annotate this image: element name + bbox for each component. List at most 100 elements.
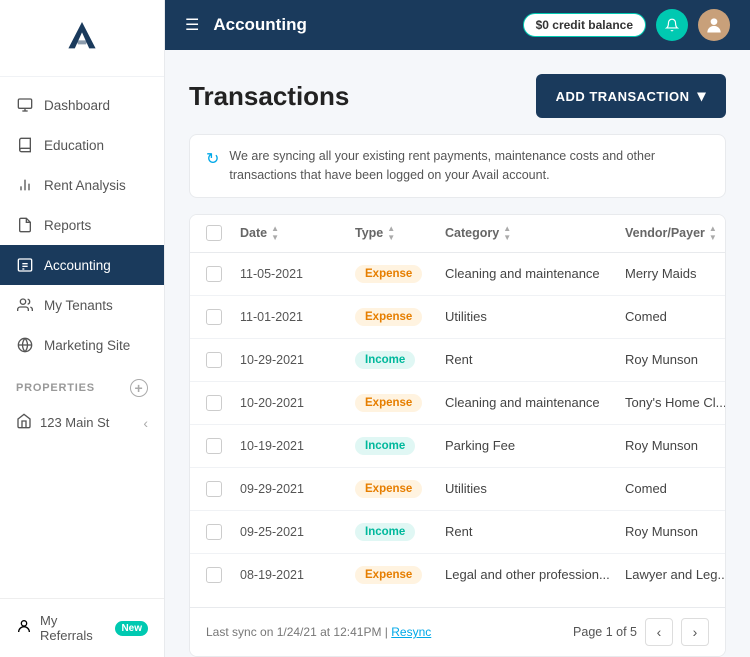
sidebar-item-label: Accounting <box>44 258 111 273</box>
row-checkbox <box>206 352 240 368</box>
sidebar-item-my-tenants[interactable]: My Tenants <box>0 285 164 325</box>
table-row: 09-25-2021 Income Rent Roy Munson $ 1,20… <box>190 511 725 554</box>
row-select-checkbox[interactable] <box>206 438 222 454</box>
header-date: Date ▲▼ <box>240 225 355 242</box>
sidebar-property-item[interactable]: 123 Main St ‹ <box>0 403 164 442</box>
page-content: Transactions ADD TRANSACTION ▾ ↻ We are … <box>165 50 750 657</box>
referral-icon <box>16 618 32 639</box>
topbar: ☰ Accounting $0 credit balance <box>165 0 750 50</box>
row-select-checkbox[interactable] <box>206 524 222 540</box>
sync-banner: ↻ We are syncing all your existing rent … <box>189 134 726 198</box>
referrals-label: My Referrals <box>40 613 107 643</box>
row-type: Expense <box>355 566 445 584</box>
credit-balance-badge[interactable]: $0 credit balance <box>523 13 646 37</box>
table-header: Date ▲▼ Type ▲▼ Category ▲▼ Vendor/Payer… <box>190 215 725 253</box>
type-badge: Income <box>355 437 415 455</box>
row-category: Utilities <box>445 481 625 496</box>
select-all-checkbox[interactable] <box>206 225 222 241</box>
row-type: Income <box>355 351 445 369</box>
table-row: 10-19-2021 Income Parking Fee Roy Munson… <box>190 425 725 468</box>
type-badge: Expense <box>355 308 422 326</box>
my-referrals-item[interactable]: My Referrals New <box>0 598 164 657</box>
table-row: 08-19-2021 Expense Legal and other profe… <box>190 554 725 596</box>
table-row: 11-01-2021 Expense Utilities Comed - $ 4… <box>190 296 725 339</box>
notifications-bell[interactable] <box>656 9 688 41</box>
table-footer: Last sync on 1/24/21 at 12:41PM | Resync… <box>190 607 725 656</box>
transactions-table: Date ▲▼ Type ▲▼ Category ▲▼ Vendor/Payer… <box>189 214 726 657</box>
page-info: Page 1 of 5 <box>573 625 637 639</box>
row-select-checkbox[interactable] <box>206 266 222 282</box>
row-category: Parking Fee <box>445 438 625 453</box>
row-date: 09-29-2021 <box>240 482 355 496</box>
type-badge: Expense <box>355 480 422 498</box>
previous-page-button[interactable]: ‹ <box>645 618 673 646</box>
table-row: 10-20-2021 Expense Cleaning and maintena… <box>190 382 725 425</box>
row-select-checkbox[interactable] <box>206 309 222 325</box>
row-date: 10-19-2021 <box>240 439 355 453</box>
book-icon <box>16 136 34 154</box>
chevron-down-icon: ▾ <box>697 86 706 106</box>
row-category: Utilities <box>445 309 625 324</box>
pagination: Page 1 of 5 ‹ › <box>573 618 709 646</box>
sync-text: We are syncing all your existing rent pa… <box>229 147 709 185</box>
row-type: Income <box>355 523 445 541</box>
row-vendor: Tony's Home Cl... <box>625 395 725 410</box>
type-badge: Expense <box>355 566 422 584</box>
row-checkbox <box>206 395 240 411</box>
category-sort[interactable]: ▲▼ <box>503 225 511 242</box>
header-category: Category ▲▼ <box>445 225 625 242</box>
row-vendor: Comed <box>625 309 725 324</box>
last-sync-text: Last sync on 1/24/21 at 12:41PM | Resync <box>206 625 431 639</box>
sidebar-item-label: Reports <box>44 218 91 233</box>
add-property-button[interactable]: + <box>130 379 148 397</box>
row-vendor: Roy Munson <box>625 438 725 453</box>
table-row: 10-29-2021 Income Rent Roy Munson $ 1,20… <box>190 339 725 382</box>
type-sort[interactable]: ▲▼ <box>387 225 395 242</box>
row-select-checkbox[interactable] <box>206 567 222 583</box>
sidebar-item-education[interactable]: Education <box>0 125 164 165</box>
row-category: Cleaning and maintenance <box>445 395 625 410</box>
sidebar-item-rent-analysis[interactable]: Rent Analysis <box>0 165 164 205</box>
sidebar-item-reports[interactable]: Reports <box>0 205 164 245</box>
type-badge: Expense <box>355 265 422 283</box>
resync-link[interactable]: Resync <box>391 625 431 639</box>
row-category: Rent <box>445 524 625 539</box>
table-row: 09-29-2021 Expense Utilities Comed - $ 4… <box>190 468 725 511</box>
date-sort[interactable]: ▲▼ <box>271 225 279 242</box>
type-badge: Expense <box>355 394 422 412</box>
accounting-icon <box>16 256 34 274</box>
type-badge: Income <box>355 351 415 369</box>
row-select-checkbox[interactable] <box>206 352 222 368</box>
row-vendor: Merry Maids <box>625 266 725 281</box>
sidebar-item-dashboard[interactable]: Dashboard <box>0 85 164 125</box>
table-row: 11-05-2021 Expense Cleaning and maintena… <box>190 253 725 296</box>
sidebar-item-accounting[interactable]: Accounting <box>0 245 164 285</box>
home-icon <box>16 413 32 432</box>
page-title: Transactions <box>189 81 349 112</box>
monitor-icon <box>16 96 34 114</box>
row-select-checkbox[interactable] <box>206 395 222 411</box>
new-badge: New <box>115 621 148 636</box>
app-logo <box>62 18 102 58</box>
add-transaction-button[interactable]: ADD TRANSACTION ▾ <box>536 74 726 118</box>
vendor-sort[interactable]: ▲▼ <box>709 225 717 242</box>
row-date: 10-20-2021 <box>240 396 355 410</box>
row-checkbox <box>206 438 240 454</box>
sidebar-item-label: Education <box>44 138 104 153</box>
file-icon <box>16 216 34 234</box>
row-category: Cleaning and maintenance <box>445 266 625 281</box>
row-vendor: Lawyer and Leg... <box>625 567 725 582</box>
row-checkbox <box>206 266 240 282</box>
next-page-button[interactable]: › <box>681 618 709 646</box>
globe-icon <box>16 336 34 354</box>
sidebar-item-label: Marketing Site <box>44 338 130 353</box>
collapse-icon: ‹ <box>143 415 148 431</box>
sidebar-item-marketing-site[interactable]: Marketing Site <box>0 325 164 365</box>
sidebar-navigation: Dashboard Education Rent Analysis Report… <box>0 77 164 598</box>
row-select-checkbox[interactable] <box>206 481 222 497</box>
user-avatar[interactable] <box>698 9 730 41</box>
sidebar-item-label: Rent Analysis <box>44 178 126 193</box>
row-date: 09-25-2021 <box>240 525 355 539</box>
table-body: 11-05-2021 Expense Cleaning and maintena… <box>190 253 725 608</box>
row-checkbox <box>206 524 240 540</box>
